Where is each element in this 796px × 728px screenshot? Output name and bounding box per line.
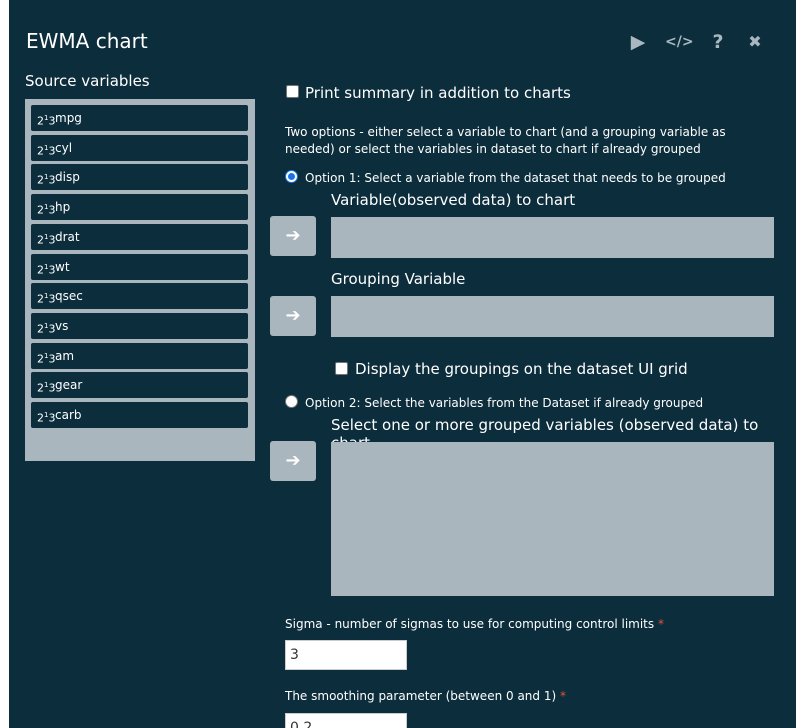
sigma-input[interactable] [285, 640, 407, 670]
print-summary-label: Print summary in addition to charts [305, 84, 571, 102]
source-variable-item[interactable]: 213 cyl [31, 134, 248, 161]
print-summary-checkbox[interactable] [286, 85, 299, 98]
smoothing-input[interactable] [285, 713, 407, 728]
source-variables-list[interactable]: 213 mpg 213 cyl 213 disp 213 hp 213 drat 213 wt 213 q… [25, 99, 255, 461]
source-variables-label: Source variables [25, 72, 150, 90]
source-variable-item[interactable]: 213 hp [31, 194, 248, 221]
option1-label: Option 1: Select a variable from the dat… [305, 171, 726, 185]
play-icon[interactable]: ▶ [627, 31, 649, 53]
source-variable-name: wt [55, 259, 70, 274]
arrow-right-icon: ➔ [285, 305, 301, 326]
move-variable-button[interactable]: ➔ [270, 216, 316, 256]
display-groupings-label: Display the groupings on the dataset UI … [355, 360, 688, 378]
option2-radio[interactable] [285, 395, 298, 408]
numeric-icon: 213 [37, 203, 56, 217]
option1-radio[interactable] [285, 170, 298, 183]
numeric-icon: 213 [37, 173, 56, 188]
ewma-dialog: EWMA chart ▶ </> ? ✖ Source variables 21… [9, 0, 796, 728]
options-description: Two options - either select a variable t… [285, 125, 726, 156]
source-variable-item[interactable]: 213 gear [31, 372, 248, 399]
numeric-icon: 213 [37, 351, 56, 366]
code-icon[interactable]: </> [665, 31, 694, 53]
grouped-variables-drop-field[interactable] [331, 442, 774, 596]
close-icon[interactable]: ✖ [744, 31, 766, 53]
source-variable-name: carb [55, 408, 82, 422]
numeric-icon: 213 [37, 114, 56, 128]
numeric-icon: 213 [37, 292, 56, 306]
grouping-drop-field[interactable] [331, 296, 774, 337]
source-variable-name: qsec [55, 289, 83, 304]
source-variable-name: gear [55, 378, 83, 393]
variable-label: Variable(observed data) to chart [331, 191, 576, 209]
source-variable-name: mpg [55, 111, 82, 125]
smoothing-label: The smoothing parameter (between 0 and 1… [285, 689, 566, 703]
variable-drop-field[interactable] [331, 217, 774, 258]
source-variable-name: vs [55, 318, 69, 333]
numeric-icon: 213 [37, 143, 56, 158]
numeric-icon: 213 [37, 232, 56, 247]
dialog-title: EWMA chart [26, 29, 148, 53]
numeric-icon: 213 [37, 321, 56, 336]
option2-label: Option 2: Select the variables from the … [305, 396, 704, 410]
source-variable-item[interactable]: 213 vs [31, 312, 248, 339]
source-variable-name: am [55, 348, 75, 363]
source-variable-name: cyl [55, 140, 73, 155]
arrow-right-icon: ➔ [285, 450, 301, 471]
display-groupings-checkbox[interactable] [335, 362, 348, 375]
source-variable-item[interactable]: 213 drat [31, 223, 248, 250]
source-variable-item[interactable]: 213 qsec [31, 283, 248, 310]
source-variable-item[interactable]: 213 mpg [31, 105, 248, 131]
source-variable-item[interactable]: 213 disp [31, 164, 248, 191]
numeric-icon: 213 [37, 411, 56, 425]
move-grouping-button[interactable]: ➔ [270, 296, 316, 336]
source-variable-name: drat [55, 229, 80, 244]
source-variable-name: disp [55, 170, 80, 185]
arrow-right-icon: ➔ [285, 225, 301, 246]
numeric-icon: 213 [37, 262, 56, 277]
sigma-label: Sigma - number of sigmas to use for comp… [285, 617, 664, 631]
move-grouped-button[interactable]: ➔ [270, 441, 316, 481]
grouping-label: Grouping Variable [331, 270, 466, 288]
source-variable-item[interactable]: 213 carb [31, 402, 248, 428]
numeric-icon: 213 [37, 381, 56, 395]
help-icon[interactable]: ? [707, 31, 729, 53]
source-variable-item[interactable]: 213 am [31, 342, 248, 369]
source-variable-item[interactable]: 213 wt [31, 253, 248, 280]
source-variable-name: hp [55, 200, 71, 215]
